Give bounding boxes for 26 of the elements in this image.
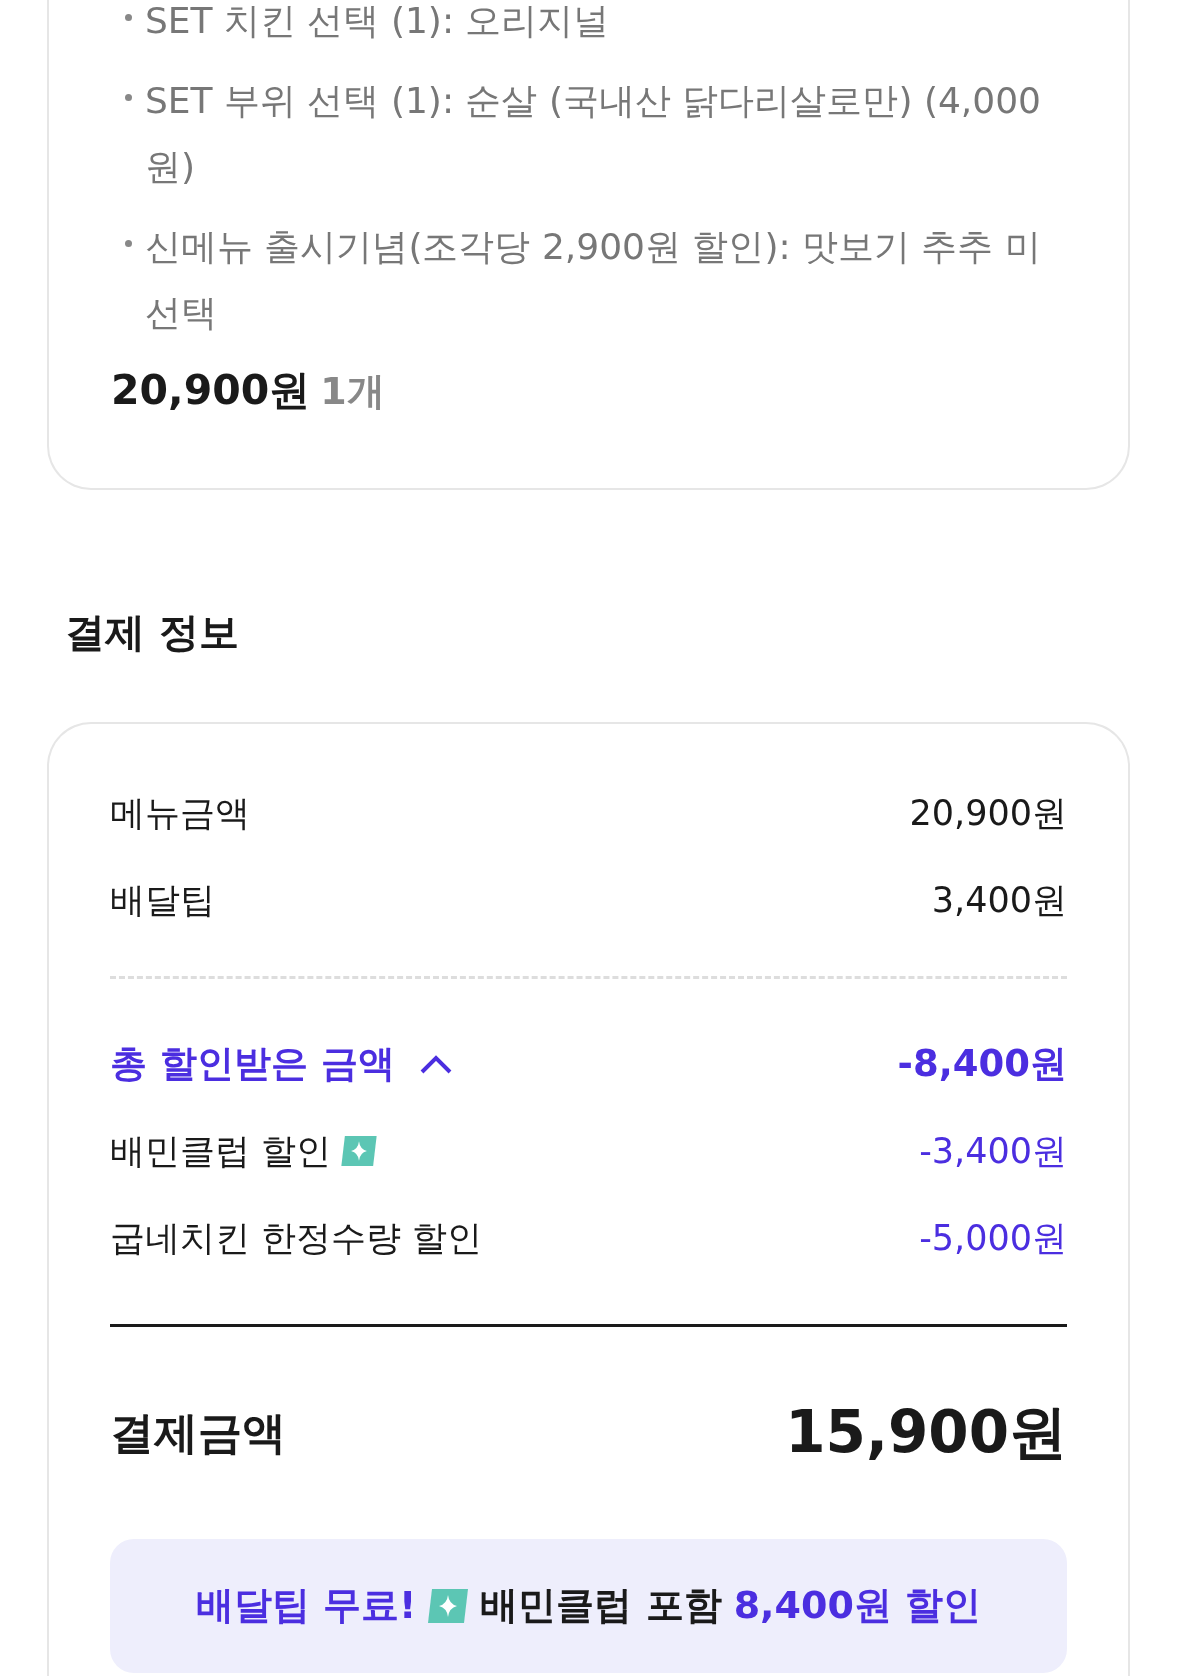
row-label: 배달팁 (110, 878, 215, 922)
bullet-icon (124, 93, 132, 101)
bullet-icon (124, 13, 132, 21)
total-label: 결제금액 (110, 1405, 286, 1460)
promo-headline: 배달팁 무료! (195, 1582, 417, 1629)
row-label: 굽네치킨 한정수량 할인 (110, 1216, 483, 1260)
row-value: 3,400원 (931, 878, 1067, 922)
promo-amount: 8,400원 할인 (733, 1582, 982, 1629)
option-text: SET 치킨 선택 (1): 오리지널 (145, 0, 610, 43)
promo-text: 배민클럽 포함 (480, 1582, 722, 1629)
sparkle-icon (428, 1588, 469, 1623)
item-price: 20,900원 (111, 365, 311, 416)
discount-toggle[interactable]: 총 할인받은 금액 (110, 1036, 453, 1092)
discount-total: -8,400원 (897, 1041, 1067, 1088)
discount-value: -5,000원 (919, 1216, 1067, 1260)
row-value: 20,900원 (909, 791, 1067, 835)
row-label: 배민클럽 할인 (110, 1129, 332, 1173)
item-quantity: 1개 (320, 368, 385, 415)
option-text: 신메뉴 출시기념(조각당 2,900원 할인): 맛보기 추추 미선택 (145, 225, 1042, 335)
total-value: 15,900원 (785, 1397, 1067, 1468)
discount-value: -3,400원 (919, 1129, 1067, 1173)
row-label: 메뉴금액 (110, 791, 250, 835)
sparkle-icon (341, 1136, 378, 1166)
option-text: SET 부위 선택 (1): 순살 (국내산 닭다리살로만) (4,000원) (145, 79, 1042, 189)
bullet-icon (124, 239, 132, 247)
section-title: 결제 정보 (65, 607, 240, 657)
